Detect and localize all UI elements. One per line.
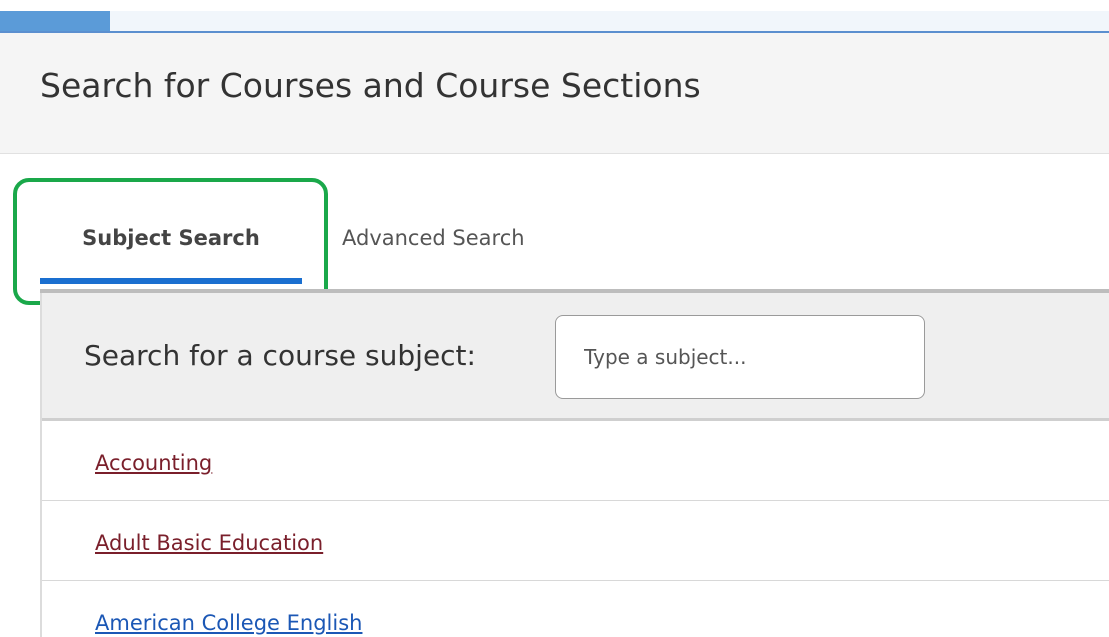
list-item: Adult Basic Education: [42, 501, 1109, 581]
tab-subject-search[interactable]: Subject Search: [40, 200, 302, 286]
tab-subject-search-label: Subject Search: [82, 226, 260, 250]
subject-search-label: Search for a course subject:: [84, 339, 476, 372]
tab-advanced-search[interactable]: Advanced Search: [342, 200, 525, 286]
active-tab-indicator: [40, 278, 302, 284]
page: Search for Courses and Course Sections S…: [0, 0, 1109, 637]
search-tabs: Subject Search Advanced Search: [40, 200, 1109, 290]
subject-search-bar: Search for a course subject:: [42, 293, 1109, 421]
subject-list: Accounting Adult Basic Education America…: [42, 421, 1109, 637]
subject-link-accounting[interactable]: Accounting: [95, 451, 212, 475]
tab-advanced-search-label: Advanced Search: [342, 226, 525, 250]
subject-link-american-college-english[interactable]: American College English: [95, 611, 362, 635]
top-progress-strip: [0, 0, 1109, 33]
list-item: American College English: [42, 581, 1109, 637]
subject-search-input[interactable]: [555, 315, 925, 399]
page-title: Search for Courses and Course Sections: [40, 66, 701, 105]
top-strip-track: [0, 11, 1109, 31]
top-strip-accent: [0, 11, 110, 31]
list-item: Accounting: [42, 421, 1109, 501]
subject-link-adult-basic-education[interactable]: Adult Basic Education: [95, 531, 323, 555]
